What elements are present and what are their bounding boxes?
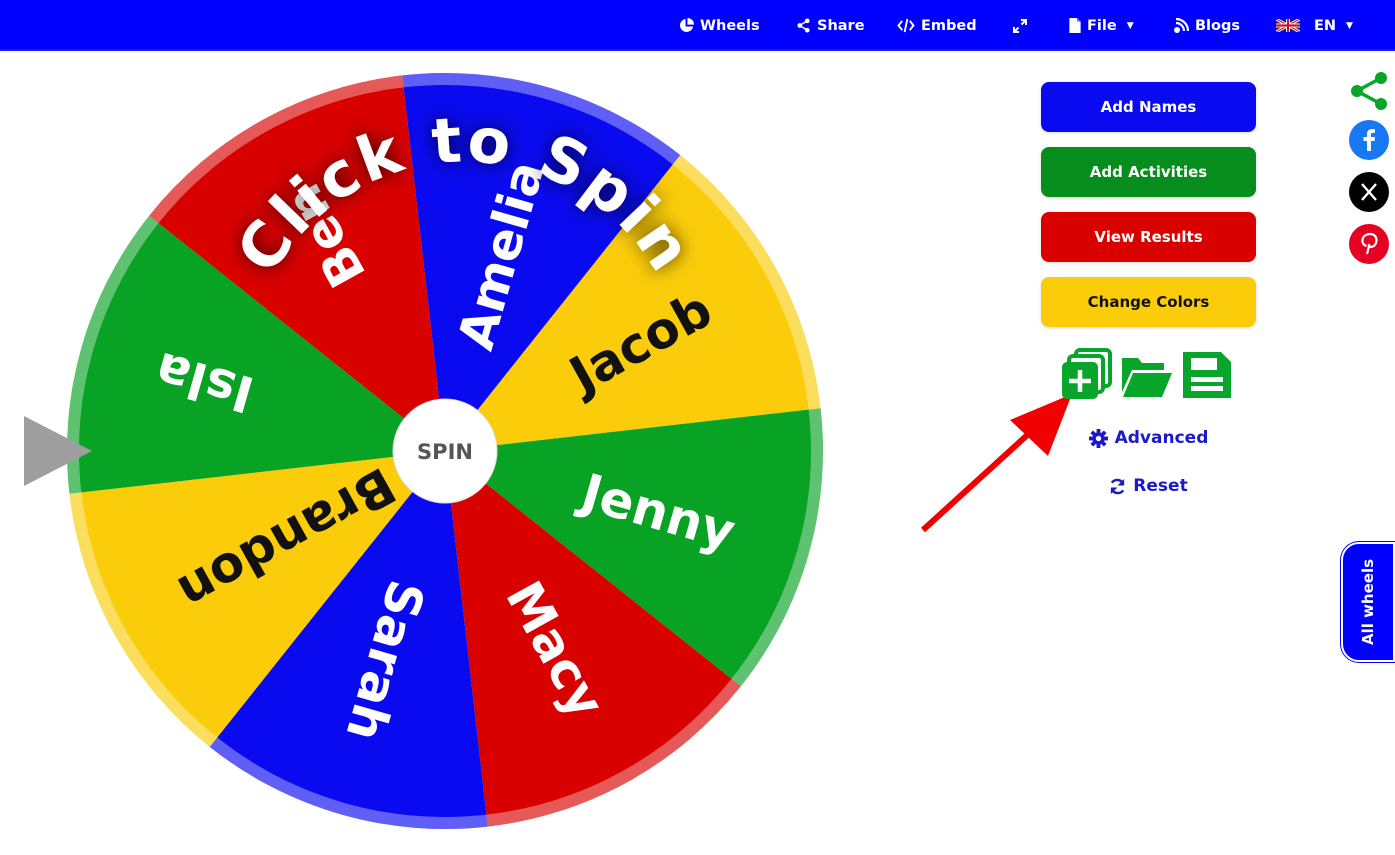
gear-icon xyxy=(1088,428,1108,448)
blog-icon xyxy=(1174,17,1189,33)
add-activities-button[interactable]: Add Activities xyxy=(1041,147,1256,197)
x-twitter-icon[interactable] xyxy=(1349,172,1389,212)
save-icon[interactable] xyxy=(1181,348,1233,402)
advanced-button[interactable]: Advanced xyxy=(1041,428,1256,448)
reset-label: Reset xyxy=(1133,476,1188,496)
wheel-area: Amelia Jacob Jenny Macy Sarah Brandon Isla Ben … xyxy=(0,0,900,855)
nav-embed[interactable]: Embed xyxy=(897,0,977,51)
new-wheel-icon[interactable] xyxy=(1060,348,1114,402)
pinterest-icon[interactable] xyxy=(1349,224,1389,264)
facebook-glyph-icon xyxy=(1363,129,1375,151)
nav-fullscreen[interactable] xyxy=(1012,0,1028,51)
change-colors-label: Change Colors xyxy=(1087,293,1210,311)
wheel-pointer xyxy=(24,416,92,486)
folder-open-icon[interactable] xyxy=(1120,348,1174,402)
file-icon xyxy=(1069,18,1081,33)
facebook-icon[interactable] xyxy=(1349,120,1389,160)
nav-file-label: File xyxy=(1087,17,1117,34)
nav-file[interactable]: File ▼ xyxy=(1069,0,1134,51)
change-colors-button[interactable]: Change Colors xyxy=(1041,277,1256,327)
uk-flag-icon xyxy=(1276,19,1300,32)
advanced-label: Advanced xyxy=(1114,428,1209,448)
x-glyph-icon xyxy=(1361,183,1377,201)
reset-button[interactable]: Reset xyxy=(1041,476,1256,496)
share-icon[interactable] xyxy=(1348,70,1390,112)
expand-icon xyxy=(1013,18,1027,33)
all-wheels-tab[interactable]: All wheels xyxy=(1341,542,1395,662)
view-results-label: View Results xyxy=(1094,228,1203,246)
refresh-icon xyxy=(1111,478,1125,494)
all-wheels-label: All wheels xyxy=(1359,558,1378,646)
nav-embed-label: Embed xyxy=(921,17,977,34)
nav-language[interactable]: EN ▼ xyxy=(1276,0,1353,51)
caret-down-icon: ▼ xyxy=(1346,20,1353,31)
add-names-label: Add Names xyxy=(1100,98,1197,116)
caret-down-icon: ▼ xyxy=(1126,20,1134,31)
spin-button-label: SPIN xyxy=(417,440,473,464)
add-activities-label: Add Activities xyxy=(1089,163,1208,181)
add-names-button[interactable]: Add Names xyxy=(1041,82,1256,132)
spin-wheel[interactable]: Amelia JacobJennyMacySarahBrandonIslaBen … xyxy=(60,66,830,836)
nav-language-label: EN xyxy=(1314,17,1337,34)
view-results-button[interactable]: View Results xyxy=(1041,212,1256,262)
nav-blogs[interactable]: Blogs xyxy=(1173,0,1240,51)
nav-blogs-label: Blogs xyxy=(1195,17,1240,34)
pinterest-glyph-icon xyxy=(1361,232,1378,255)
